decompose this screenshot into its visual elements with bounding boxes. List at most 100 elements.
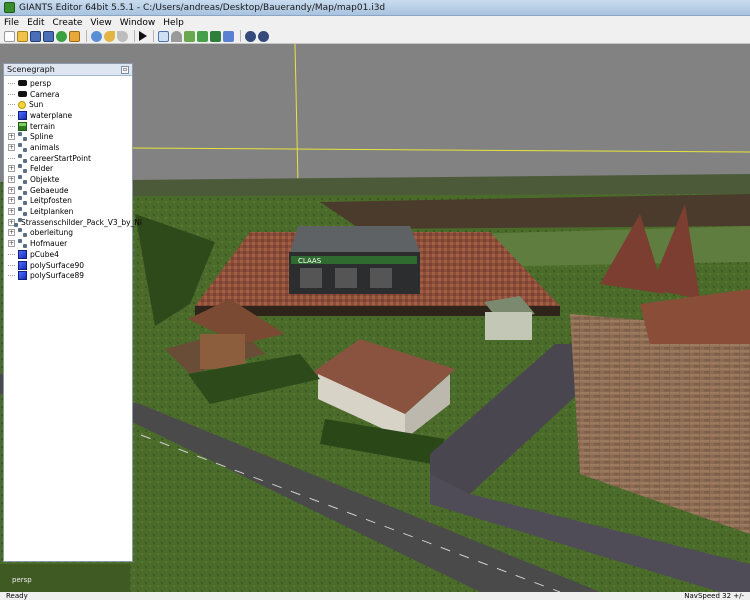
tree-item-label: pCube4 xyxy=(30,249,59,259)
tree-item-label: oberleitung xyxy=(30,228,74,238)
tree-item-gebaeude[interactable]: + Gebaeude xyxy=(4,185,132,196)
tree-item-persp[interactable]: persp xyxy=(4,78,132,89)
undo-icon[interactable] xyxy=(104,30,115,42)
expand-icon[interactable]: + xyxy=(8,165,15,173)
status-text: Ready xyxy=(6,592,28,600)
scenegraph-panel: Scenegraph ▫ persp Camera Sun waterplane… xyxy=(3,63,142,562)
tree-item-hofmauer[interactable]: + Hofmauer xyxy=(4,238,132,249)
terrain-tool-icon[interactable] xyxy=(184,30,195,42)
new-file-icon[interactable] xyxy=(4,30,15,42)
tree-item-terrain[interactable]: terrain xyxy=(4,121,132,132)
menu-bar: File Edit Create View Window Help xyxy=(0,16,750,29)
group-icon xyxy=(18,196,27,206)
tree-connector xyxy=(8,264,15,266)
tree-item-label: Spline xyxy=(30,132,54,142)
tree-item-objekte[interactable]: + Objekte xyxy=(4,174,132,185)
tree-connector xyxy=(8,93,15,95)
expand-icon[interactable]: + xyxy=(8,186,15,194)
expand-icon[interactable]: + xyxy=(8,143,15,151)
tree-item-careerstartpoint[interactable]: careerStartPoint xyxy=(4,153,132,164)
tree-connector xyxy=(8,114,15,116)
sun-icon xyxy=(18,100,26,109)
decoration-tool-icon[interactable] xyxy=(223,30,234,42)
save-as-icon[interactable] xyxy=(43,30,54,42)
group-icon xyxy=(18,142,27,152)
tree-item-leitpfosten[interactable]: + Leitpfosten xyxy=(4,196,132,207)
tree-item-label: Camera xyxy=(30,89,60,99)
tree-connector xyxy=(8,125,15,127)
menu-help[interactable]: Help xyxy=(163,18,184,28)
scenegraph-title: Scenegraph xyxy=(7,65,55,74)
menu-window[interactable]: Window xyxy=(120,18,156,28)
foliage-tool-icon[interactable] xyxy=(210,30,221,42)
menu-create[interactable]: Create xyxy=(53,18,83,28)
tree-item-label: Leitplanken xyxy=(30,207,74,217)
menu-file[interactable]: File xyxy=(4,18,19,28)
claas-dealership: CLAAS xyxy=(289,226,420,294)
cut-icon[interactable] xyxy=(91,30,102,42)
tree-item-oberleitung[interactable]: + oberleitung xyxy=(4,228,132,239)
tree-item-label: careerStartPoint xyxy=(30,153,91,163)
redo-icon[interactable] xyxy=(117,30,128,42)
save-file-icon[interactable] xyxy=(30,30,41,42)
group-icon xyxy=(18,228,27,238)
tree-item-camera[interactable]: Camera xyxy=(4,89,132,100)
tree-connector xyxy=(8,157,15,159)
tree-item-waterplane[interactable]: waterplane xyxy=(4,110,132,121)
group-icon xyxy=(18,175,27,185)
scenegraph-header: Scenegraph ▫ xyxy=(4,64,132,76)
tree-item-label: Gebaeude xyxy=(30,185,69,195)
tree-item-polysurface89[interactable]: polySurface89 xyxy=(4,270,132,281)
group-icon xyxy=(18,153,27,163)
open-file-icon[interactable] xyxy=(17,30,28,42)
tree-item-animals[interactable]: + animals xyxy=(4,142,132,153)
expand-icon[interactable]: + xyxy=(8,240,15,248)
paint-tool-icon[interactable] xyxy=(197,30,208,42)
select-tool-icon[interactable] xyxy=(158,30,169,42)
expand-icon[interactable]: + xyxy=(8,197,15,205)
tree-item-label: polySurface89 xyxy=(30,271,84,281)
toolbar xyxy=(0,29,750,44)
tree-item-label: Leitpfosten xyxy=(30,196,72,206)
panel-float-icon[interactable]: ▫ xyxy=(121,65,129,74)
cube-icon xyxy=(18,110,27,120)
tree-item-label: Objekte xyxy=(30,175,60,185)
menu-view[interactable]: View xyxy=(90,18,111,28)
status-bar: Ready NavSpeed 32 +/- xyxy=(0,592,750,600)
tree-item-sun[interactable]: Sun xyxy=(4,99,132,110)
tree-item-label: terrain xyxy=(30,121,56,131)
app-icon xyxy=(4,2,15,13)
expand-icon[interactable]: + xyxy=(8,176,15,184)
expand-icon[interactable]: + xyxy=(8,229,15,237)
window-title: GIANTS Editor 64bit 5.5.1 - C:/Users/and… xyxy=(19,2,386,13)
tree-item-leitplanken[interactable]: + Leitplanken xyxy=(4,206,132,217)
reload-icon[interactable] xyxy=(56,30,67,42)
camera-icon xyxy=(18,91,27,98)
tree-item-pcube4[interactable]: pCube4 xyxy=(4,249,132,260)
network-icon[interactable] xyxy=(258,30,269,42)
magnet-tool-icon[interactable] xyxy=(171,30,182,42)
tree-item-strassenschilder[interactable]: + Strassenschilder_Pack_V3_by_Ni xyxy=(4,217,142,228)
play-icon[interactable] xyxy=(139,31,147,41)
cube-icon xyxy=(18,271,27,281)
tree-connector xyxy=(8,104,15,106)
camera-icon xyxy=(18,80,27,87)
title-bar: GIANTS Editor 64bit 5.5.1 - C:/Users/and… xyxy=(0,0,750,16)
tree-item-spline[interactable]: + Spline xyxy=(4,131,132,142)
group-icon xyxy=(18,132,27,142)
tree-item-label: Hofmauer xyxy=(30,239,68,249)
group-icon xyxy=(18,207,27,217)
tree-connector xyxy=(8,82,15,84)
menu-edit[interactable]: Edit xyxy=(27,18,44,28)
tree-item-polysurface90[interactable]: polySurface90 xyxy=(4,260,132,271)
settings-icon[interactable] xyxy=(245,30,256,42)
import-icon[interactable] xyxy=(69,30,80,42)
tree-item-label: polySurface90 xyxy=(30,260,84,270)
expand-icon[interactable]: + xyxy=(8,208,15,216)
cube-icon xyxy=(18,249,27,259)
tree-item-felder[interactable]: + Felder xyxy=(4,164,132,175)
tree-item-label: animals xyxy=(30,142,60,152)
tree-item-label: Sun xyxy=(29,100,44,110)
tree-connector xyxy=(8,253,15,255)
expand-icon[interactable]: + xyxy=(8,133,15,141)
